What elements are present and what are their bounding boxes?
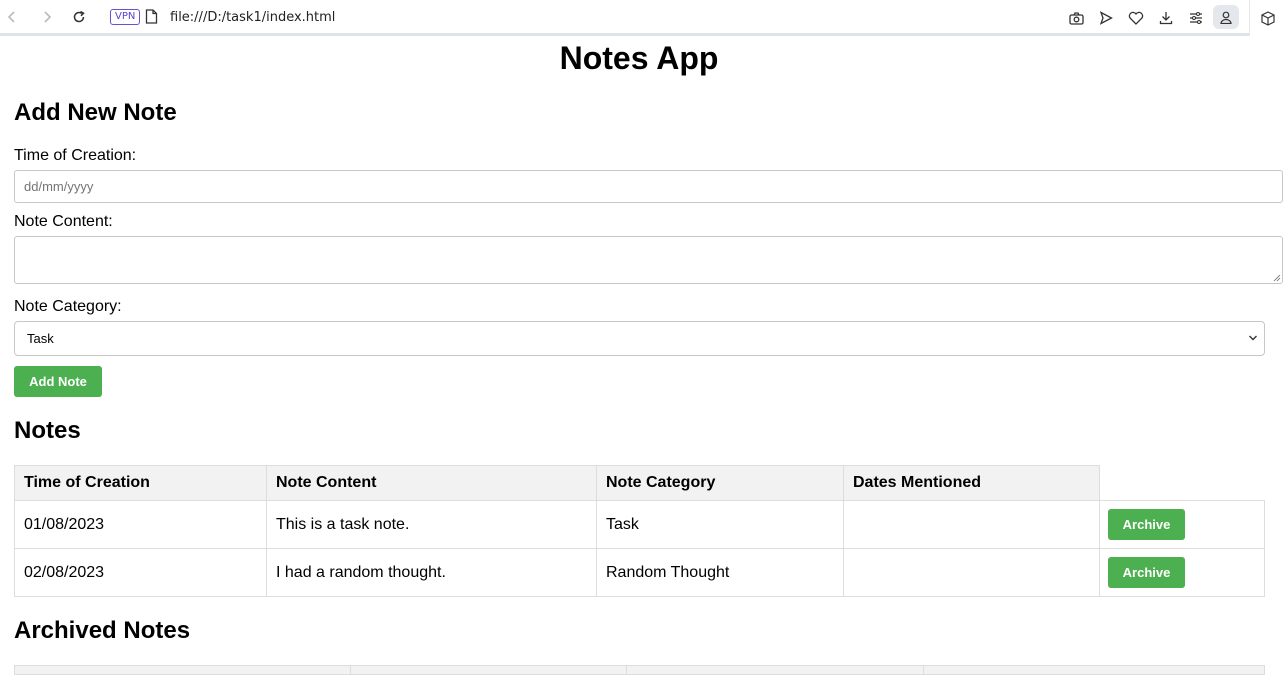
file-icon	[145, 9, 158, 29]
cell-actions: Archive	[1099, 500, 1265, 549]
vpn-badge[interactable]: VPN	[110, 9, 141, 25]
heart-icon[interactable]	[1127, 9, 1145, 27]
column-header-time: Time of Creation	[14, 465, 267, 501]
note-content-textarea[interactable]	[14, 236, 1283, 284]
cell-time: 02/08/2023	[14, 548, 267, 597]
cell-content: This is a task note.	[266, 500, 597, 549]
archived-column	[627, 666, 924, 674]
archived-column	[15, 666, 351, 674]
add-note-button[interactable]: Add Note	[14, 366, 102, 397]
archived-notes-heading: Archived Notes	[14, 617, 191, 644]
cell-actions: Archive	[1099, 548, 1265, 597]
reload-icon[interactable]	[69, 7, 89, 27]
send-icon[interactable]	[1097, 9, 1115, 27]
chevron-down-icon	[1249, 335, 1257, 341]
column-header-content: Note Content	[266, 465, 597, 501]
column-header-category: Note Category	[596, 465, 844, 501]
cell-category: Random Thought	[596, 548, 844, 597]
page-title: Notes App	[559, 40, 719, 76]
cell-dates	[843, 548, 1100, 597]
note-category-label: Note Category:	[14, 298, 122, 315]
resize-grip-icon[interactable]	[1272, 273, 1281, 282]
notes-heading: Notes	[14, 417, 81, 444]
cell-dates	[843, 500, 1100, 549]
notes-table-header: Time of Creation Note Content Note Categ…	[14, 465, 1265, 501]
forward-icon[interactable]	[37, 7, 57, 27]
archive-button[interactable]: Archive	[1108, 557, 1185, 588]
time-of-creation-input[interactable]: dd/mm/yyyy	[14, 170, 1283, 203]
profile-icon[interactable]	[1213, 5, 1239, 29]
column-header-actions	[1099, 465, 1265, 501]
time-of-creation-label: Time of Creation:	[14, 147, 137, 164]
column-header-dates: Dates Mentioned	[843, 465, 1100, 501]
cell-time: 01/08/2023	[14, 500, 267, 549]
cell-content: I had a random thought.	[266, 548, 597, 597]
archive-button[interactable]: Archive	[1108, 509, 1185, 540]
note-content-label: Note Content:	[14, 213, 113, 230]
download-icon[interactable]	[1157, 9, 1175, 27]
table-row: 02/08/2023 I had a random thought. Rando…	[14, 548, 1265, 597]
cell-category: Task	[596, 500, 844, 549]
notes-table: Time of Creation Note Content Note Categ…	[14, 465, 1265, 597]
table-row: 01/08/2023 This is a task note. Task Arc…	[14, 500, 1265, 549]
archived-column	[924, 666, 1264, 674]
add-note-heading: Add New Note	[14, 99, 177, 126]
note-category-select[interactable]: Task	[14, 321, 1265, 356]
back-icon[interactable]	[2, 7, 22, 27]
browser-toolbar: VPN file:///D:/task1/index.html	[0, 0, 1286, 36]
archived-table-header	[14, 665, 1265, 675]
note-category-selected: Task	[27, 331, 54, 346]
address-bar[interactable]: file:///D:/task1/index.html	[170, 10, 335, 25]
settings-sliders-icon[interactable]	[1187, 9, 1205, 27]
camera-icon[interactable]	[1067, 9, 1085, 27]
extensions-cube-icon[interactable]	[1249, 0, 1286, 36]
archived-column	[351, 666, 627, 674]
